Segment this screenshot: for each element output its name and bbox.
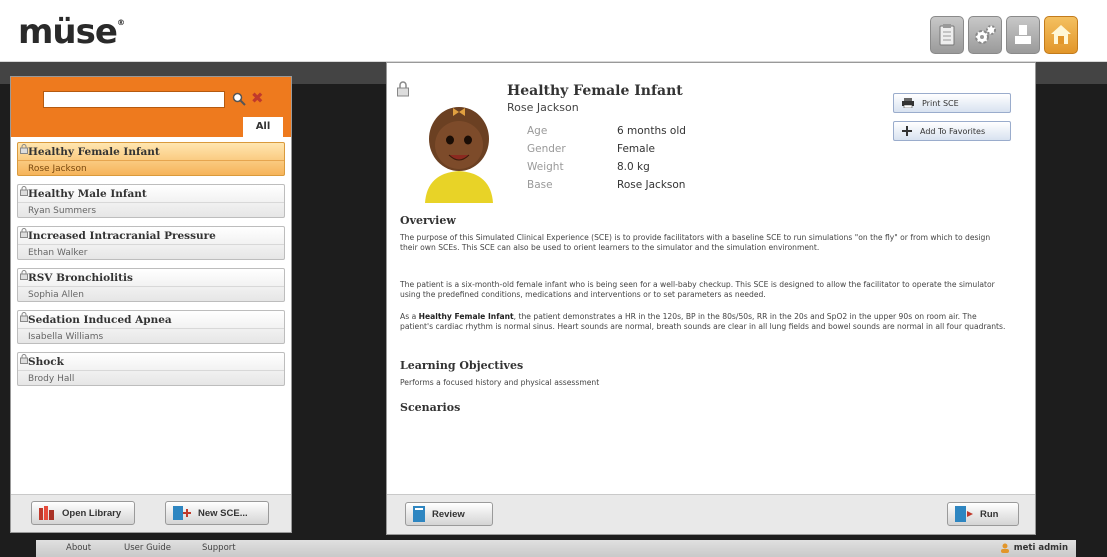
add-to-favorites-label: Add To Favorites (920, 126, 986, 136)
detail-row-weight: Weight 8.0 kg (527, 161, 650, 173)
sce-patient: Isabella Williams (18, 328, 284, 344)
lock-icon (20, 228, 28, 238)
new-sce-icon (172, 505, 192, 521)
overview-heading: Overview (400, 214, 456, 227)
clipboard-button[interactable] (930, 16, 964, 54)
sce-list-panel: ✖ All Healthy Female Infant Rose Jackson… (10, 76, 292, 533)
plus-icon (902, 126, 912, 136)
lock-icon (20, 312, 28, 322)
sce-title: Healthy Female Infant (507, 83, 683, 99)
run-icon (954, 505, 974, 523)
lock-icon (397, 81, 409, 97)
muse-logo: müse® (18, 12, 125, 52)
search-input[interactable] (43, 91, 225, 108)
open-library-label: Open Library (62, 507, 122, 519)
learning-objectives-text: Performs a focused history and physical … (400, 378, 600, 387)
user-icon (1015, 25, 1031, 44)
settings-button[interactable] (968, 16, 1002, 54)
sce-title: Healthy Male Infant (28, 188, 147, 200)
home-icon (1051, 25, 1071, 44)
user-guide-link[interactable]: User Guide (124, 543, 171, 553)
user-name: meti admin (1013, 543, 1068, 553)
new-sce-label: New SCE... (198, 507, 248, 519)
user-icon (1000, 543, 1010, 553)
sce-title: Shock (28, 356, 64, 368)
sce-item-shock[interactable]: Shock Brody Hall (17, 352, 285, 386)
home-button[interactable] (1044, 16, 1078, 54)
support-link[interactable]: Support (202, 543, 236, 553)
overview-paragraph-1: The purpose of this Simulated Clinical E… (400, 233, 991, 252)
library-icon (38, 505, 56, 521)
detail-row-age: Age 6 months old (527, 125, 686, 137)
sce-patient: Brody Hall (18, 370, 284, 386)
search-icon[interactable] (232, 91, 246, 110)
review-icon (412, 505, 426, 523)
about-link[interactable]: About (66, 543, 91, 553)
run-button[interactable]: Run (947, 502, 1019, 526)
scenarios-heading: Scenarios (400, 401, 461, 414)
user-button[interactable] (1006, 16, 1040, 54)
sce-patient-name: Rose Jackson (507, 101, 579, 114)
sce-title: Increased Intracranial Pressure (28, 230, 216, 242)
lock-icon (20, 144, 28, 154)
search-header: ✖ All (11, 77, 291, 137)
tab-all[interactable]: All (243, 117, 283, 137)
print-sce-button[interactable]: Print SCE (893, 93, 1011, 113)
patient-details: Age 6 months old Gender Female Weight 8.0 k… (527, 125, 686, 197)
sce-title: RSV Bronchiolitis (28, 272, 133, 284)
sce-patient: Ethan Walker (18, 244, 284, 260)
detail-footer: Review Run (387, 494, 1035, 534)
sce-item-increased-intracranial-pressure[interactable]: Increased Intracranial Pressure Ethan Wa… (17, 226, 285, 260)
detail-row-gender: Gender Female (527, 143, 655, 155)
new-sce-button[interactable]: New SCE... (165, 501, 269, 525)
sce-list: Healthy Female Infant Rose Jackson Healt… (11, 137, 291, 386)
review-button[interactable]: Review (405, 502, 493, 526)
sce-item-rsv-bronchiolitis[interactable]: RSV Bronchiolitis Sophia Allen (17, 268, 285, 302)
sce-patient: Sophia Allen (18, 286, 284, 302)
lock-icon (20, 354, 28, 364)
open-library-button[interactable]: Open Library (31, 501, 135, 525)
detail-row-base: Base Rose Jackson (527, 179, 686, 191)
app-header: müse® (0, 0, 1107, 62)
status-bar: About User Guide Support meti admin (0, 540, 1107, 557)
clear-search-icon[interactable]: ✖ (251, 90, 264, 107)
learning-objectives-heading: Learning Objectives (400, 359, 524, 372)
sidebar-footer: Open Library New SCE... (11, 494, 291, 532)
overview-paragraph-3: As a Healthy Female Infant, the patient … (400, 312, 1006, 331)
run-label: Run (980, 508, 999, 520)
lock-icon (20, 186, 28, 196)
sce-detail-panel: Healthy Female Infant Rose Jackson Age 6 … (386, 62, 1036, 535)
sce-item-healthy-male-infant[interactable]: Healthy Male Infant Ryan Summers (17, 184, 285, 218)
printer-icon (902, 98, 914, 108)
overview-paragraph-2: The patient is a six-month-old female in… (400, 280, 995, 299)
sce-title: Healthy Female Infant (28, 146, 160, 158)
clipboard-icon (939, 24, 955, 46)
sce-title: Sedation Induced Apnea (28, 314, 172, 326)
gears-icon (975, 25, 996, 44)
current-user[interactable]: meti admin (1000, 543, 1068, 553)
status-bar-inner: About User Guide Support meti admin (36, 540, 1076, 557)
sce-patient: Ryan Summers (18, 202, 284, 218)
lock-icon (20, 270, 28, 280)
review-label: Review (432, 508, 465, 520)
add-to-favorites-button[interactable]: Add To Favorites (893, 121, 1011, 141)
sce-item-healthy-female-infant[interactable]: Healthy Female Infant Rose Jackson (17, 142, 285, 176)
sce-patient: Rose Jackson (18, 160, 284, 176)
patient-photo (417, 85, 501, 203)
sce-item-sedation-induced-apnea[interactable]: Sedation Induced Apnea Isabella Williams (17, 310, 285, 344)
print-sce-label: Print SCE (922, 98, 959, 108)
